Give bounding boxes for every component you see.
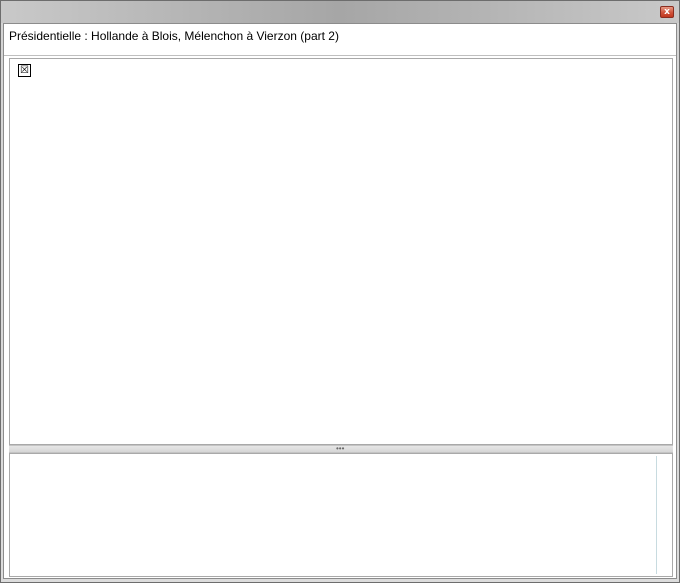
broken-image-icon[interactable]: ☒ (18, 64, 31, 77)
header-bar: Présidentielle : Hollande à Blois, Mélen… (4, 24, 676, 56)
page-title: Présidentielle : Hollande à Blois, Mélen… (9, 29, 339, 43)
title-bar[interactable]: x (1, 1, 679, 23)
close-icon: x (664, 7, 670, 17)
bottom-pane-divider (656, 456, 657, 574)
window-client-area: Présidentielle : Hollande à Blois, Mélen… (3, 23, 677, 579)
broken-image-glyph: ☒ (20, 65, 29, 76)
grip-dots-icon: ••• (336, 444, 345, 453)
close-button[interactable]: x (660, 6, 674, 18)
dialog-window: x Présidentielle : Hollande à Blois, Mél… (0, 0, 680, 583)
content-pane[interactable]: ☒ (9, 58, 673, 445)
pane-splitter[interactable]: ••• (9, 445, 673, 453)
bottom-pane[interactable] (9, 453, 673, 577)
